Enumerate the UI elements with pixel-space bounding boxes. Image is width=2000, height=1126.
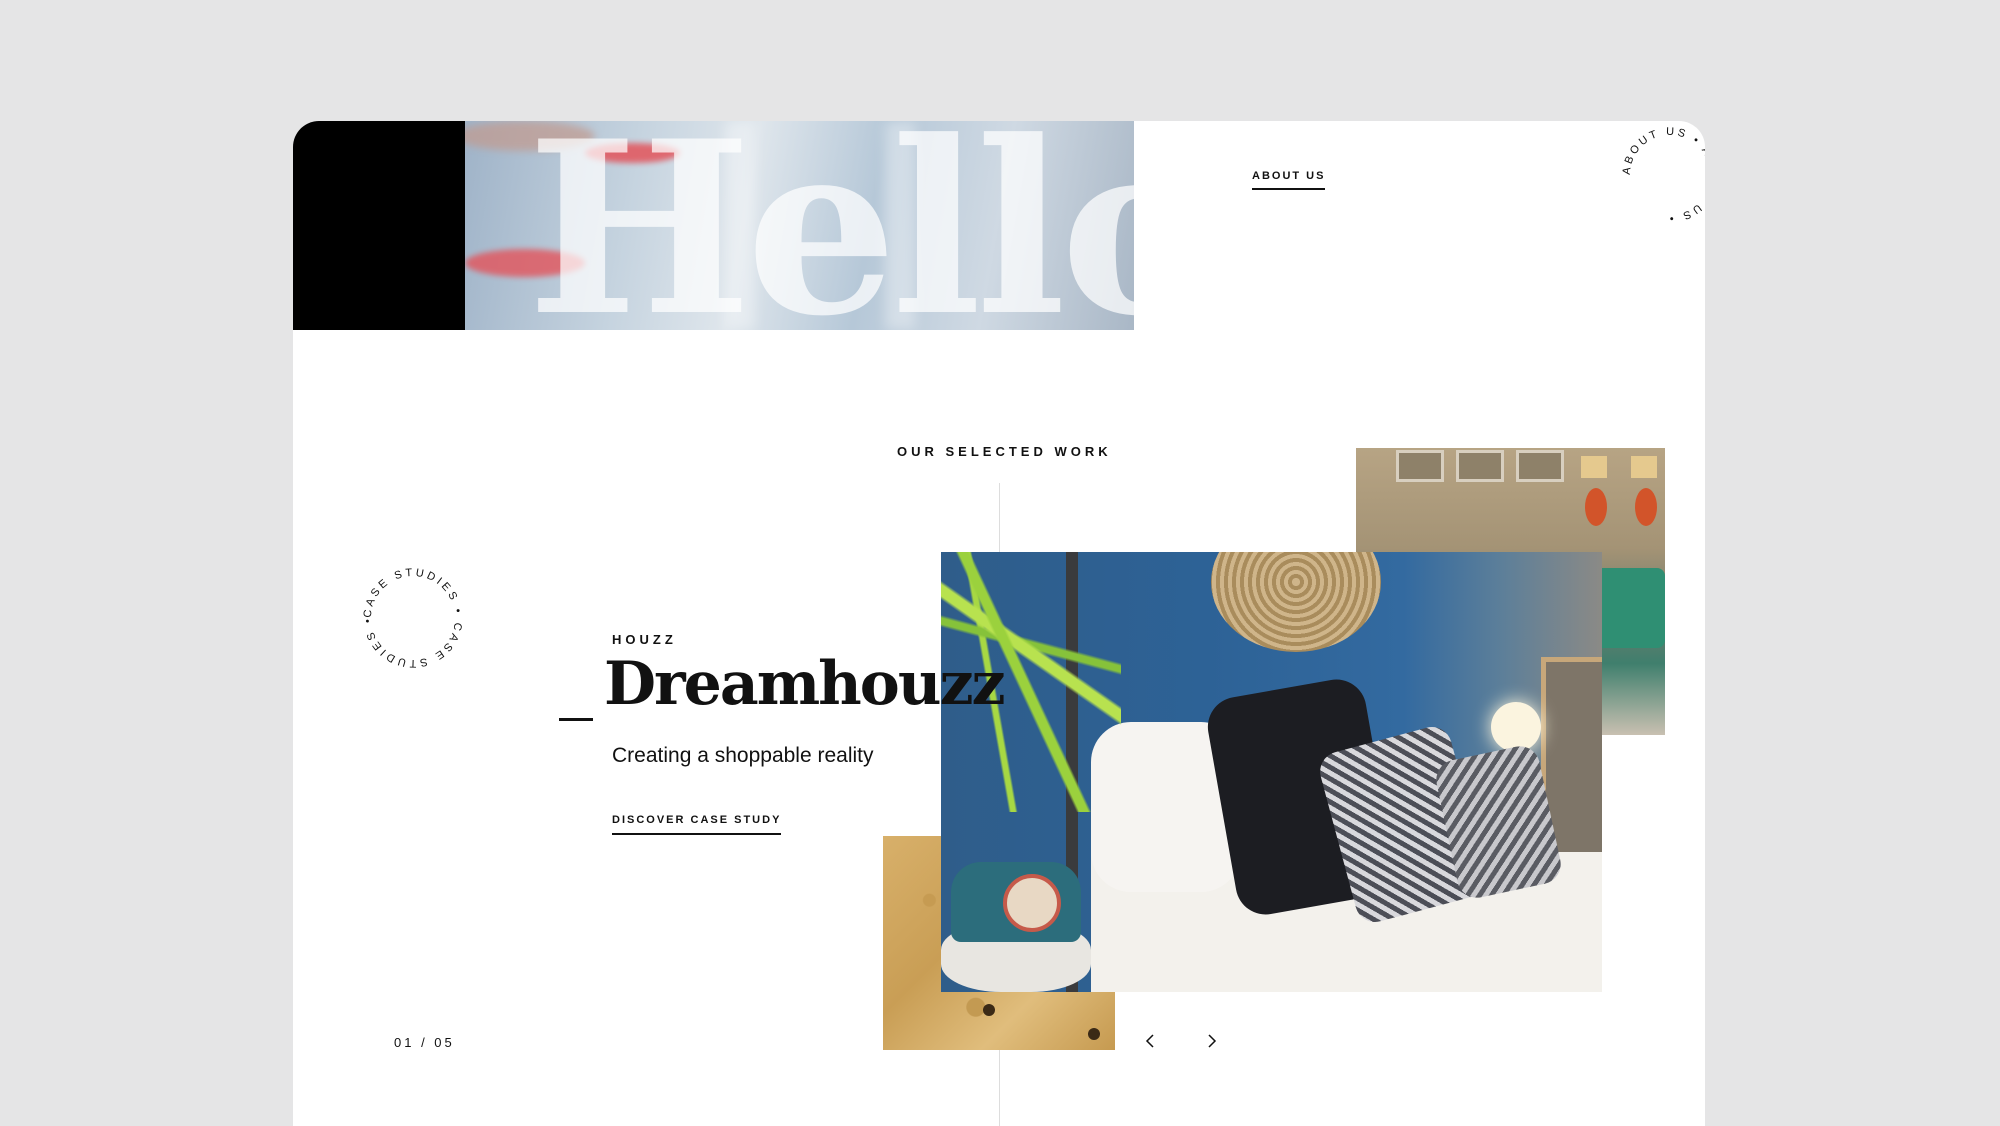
orange-vase xyxy=(1635,488,1657,526)
client-name: HOUZZ xyxy=(612,632,677,647)
bedroom-image xyxy=(941,552,1602,992)
discover-case-study-link[interactable]: DISCOVER CASE STUDY xyxy=(612,814,782,835)
chevron-left-icon[interactable] xyxy=(1142,1032,1160,1050)
project-title: Dreamhouzz xyxy=(604,649,1006,719)
picture-frame xyxy=(1516,450,1564,482)
website-card: Hello ABOUT US ABOUT US • ABOUT US • OUR… xyxy=(293,121,1705,1126)
case-studies-circle-badge: CASE STUDIES • CASE STUDIES • xyxy=(353,558,473,683)
hero-hello-image: Hello xyxy=(465,121,1134,330)
header-black-block xyxy=(293,121,465,330)
hero-hello-word: Hello xyxy=(527,121,1134,330)
globe-lamp xyxy=(1491,702,1541,752)
wood-hole xyxy=(983,1004,995,1016)
project-subtitle: Creating a shoppable reality xyxy=(612,744,874,767)
wood-hole xyxy=(1088,1028,1100,1040)
section-title: OUR SELECTED WORK xyxy=(897,444,1112,459)
lamp-shade xyxy=(1581,456,1607,478)
chevron-right-icon[interactable] xyxy=(1202,1032,1220,1050)
about-us-badge-text: ABOUT US • ABOUT US • xyxy=(1621,126,1705,224)
title-dash xyxy=(559,718,593,721)
lamp-shade xyxy=(1631,456,1657,478)
slide-counter: 01 / 05 xyxy=(394,1035,455,1050)
picture-frame xyxy=(1396,450,1444,482)
phone-dial xyxy=(1003,874,1061,932)
about-us-link[interactable]: ABOUT US xyxy=(1252,170,1326,190)
orange-vase xyxy=(1585,488,1607,526)
woven-wall-basket xyxy=(1211,552,1381,652)
case-studies-badge-text: CASE STUDIES • CASE STUDIES • xyxy=(362,567,464,669)
picture-frame xyxy=(1456,450,1504,482)
about-us-circle-badge[interactable]: ABOUT US • ABOUT US • xyxy=(1615,121,1705,235)
